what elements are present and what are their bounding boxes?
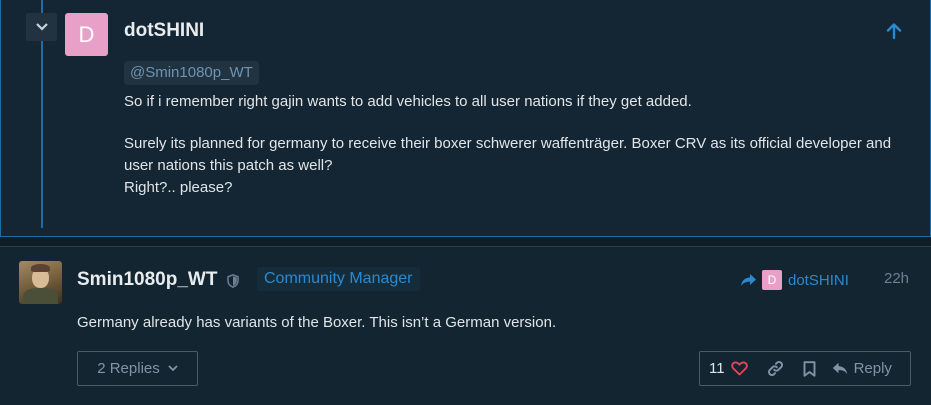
post-body: Germany already has variants of the Boxe… <box>77 314 557 331</box>
embedded-reply-post: D dotSHINI @Smin1080p_WT So if i remembe… <box>0 0 931 237</box>
reply-to-username: dotSHINI <box>788 271 849 289</box>
avatar[interactable] <box>19 261 62 304</box>
bookmark-icon[interactable] <box>803 360 816 377</box>
forum-post: Smin1080p_WT Community Manager D dotSHIN… <box>0 246 931 405</box>
reply-button[interactable]: Reply <box>832 360 892 377</box>
post-username[interactable]: Smin1080p_WT <box>77 269 217 291</box>
post-body: So if i remember right gajin wants to ad… <box>124 91 919 199</box>
post-actions: 11 Reply <box>699 351 911 386</box>
user-title-badge: Community Manager <box>257 267 420 291</box>
shield-icon <box>227 274 239 288</box>
reply-icon <box>832 362 847 375</box>
post-paragraph: Surely its planned for germany to receiv… <box>124 135 892 196</box>
post-paragraph: So if i remember right gajin wants to ad… <box>124 93 692 110</box>
avatar[interactable]: D <box>65 13 108 56</box>
mention-link[interactable]: @Smin1080p_WT <box>124 61 259 85</box>
share-icon <box>741 274 756 286</box>
heart-icon[interactable] <box>730 361 748 376</box>
link-icon[interactable] <box>767 360 784 377</box>
chevron-down-icon <box>35 23 48 31</box>
like-count[interactable]: 11 <box>709 360 725 377</box>
reply-label: Reply <box>853 360 892 377</box>
post-timestamp[interactable]: 22h <box>884 270 909 287</box>
topic-page: D dotSHINI @Smin1080p_WT So if i remembe… <box>0 0 931 405</box>
replies-label: 2 Replies <box>97 360 160 377</box>
chevron-down-icon <box>168 365 178 372</box>
arrow-up-icon[interactable] <box>885 22 903 40</box>
reply-to-avatar: D <box>762 270 782 290</box>
reply-to-tab[interactable]: D dotSHINI <box>740 269 849 291</box>
show-replies-button[interactable]: 2 Replies <box>77 351 198 386</box>
collapse-button[interactable] <box>26 13 57 41</box>
post-username[interactable]: dotSHINI <box>124 20 204 42</box>
